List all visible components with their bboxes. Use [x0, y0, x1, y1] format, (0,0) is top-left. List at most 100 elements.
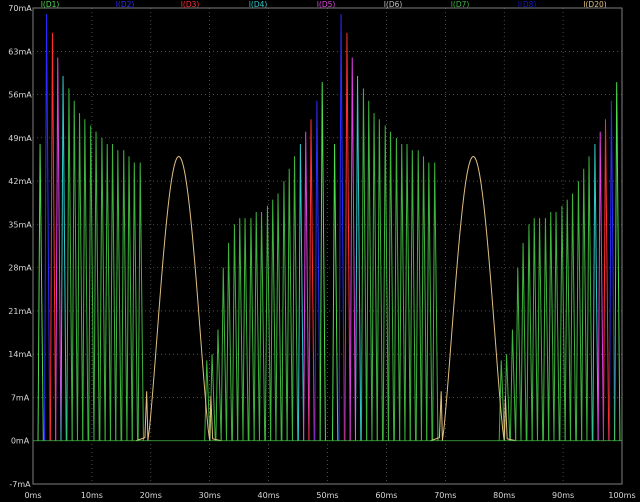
pulse-spike	[526, 224, 533, 441]
legend-entry: I(D8)	[518, 0, 537, 9]
pulse-spike	[115, 150, 122, 441]
pulse-spike	[264, 205, 272, 441]
pulse-spike	[354, 75, 362, 441]
pulse-spike	[531, 218, 538, 441]
y-tick-labels: -7mA 0mA 7mA 14mA 21mA 28mA 35mA 42mA 49mA 56mA 63…	[8, 4, 32, 489]
x-tick-label: 30ms	[199, 491, 221, 500]
pulse-spike	[231, 224, 239, 441]
pulse-spike	[564, 199, 571, 441]
legend-entry: I(D4)	[249, 0, 268, 9]
y-tick-label: 21mA	[8, 307, 32, 316]
pulse-spike	[426, 162, 433, 441]
pulse-spike	[360, 88, 368, 441]
pulse-spike	[548, 211, 555, 441]
pulse-spike	[382, 125, 389, 441]
pulse-spike	[614, 82, 621, 441]
pulse-spike	[121, 150, 128, 441]
x-tick-label: 10ms	[81, 491, 103, 500]
pulse-spike	[55, 57, 62, 441]
pulse-spike	[409, 150, 417, 441]
pulse-spike	[319, 82, 326, 441]
legend: I(D1) I(D2) I(D3) I(D4) I(D5) I(D6) I(D7) I(D8)…	[41, 0, 607, 9]
y-tick-label: 7mA	[11, 393, 30, 402]
x-tick-label: 60ms	[375, 491, 397, 500]
pulse-spike	[314, 100, 321, 441]
y-tick-label: 70mA	[8, 4, 32, 13]
pulse-spike	[404, 143, 411, 441]
pulse-spike	[349, 57, 356, 441]
chart-plot: I(D1) I(D2) I(D3) I(D4) I(D5) I(D6) I(D7) I(D8)…	[8, 0, 635, 500]
pulse-spike	[371, 113, 378, 441]
pulse-spike	[559, 205, 566, 441]
pulse-spike	[253, 211, 260, 441]
y-tick-label: 14mA	[8, 350, 32, 359]
legend-entry: I(D7)	[451, 0, 470, 9]
legend-entry: I(D1)	[41, 0, 60, 9]
pulse-spike	[520, 242, 527, 441]
pulse-spike	[581, 168, 588, 441]
pulse-spike	[366, 100, 373, 441]
y-tick-label: 0mA	[11, 437, 30, 446]
pulse-spike	[88, 125, 95, 441]
pulse-spike	[332, 143, 339, 441]
pulse-spike	[376, 119, 384, 441]
pulse-spike	[93, 131, 100, 441]
pulse-spike	[509, 329, 517, 441]
y-tick-label: 28mA	[8, 264, 32, 273]
x-tick-label: 50ms	[316, 491, 338, 500]
pulse-spike	[215, 329, 222, 441]
pulse-spike	[281, 181, 288, 441]
pulse-spike	[608, 100, 616, 441]
legend-entry: I(D20)	[583, 0, 606, 9]
x-tick-label: 70ms	[434, 491, 456, 500]
legend-entry: I(D3)	[181, 0, 200, 9]
pulse-spike	[393, 137, 401, 441]
pulse-spike	[109, 143, 117, 441]
y-tick-label: -7mA	[9, 480, 31, 489]
pulse-spike	[308, 119, 315, 441]
pulse-spike	[536, 218, 544, 441]
pulse-spike	[575, 181, 583, 441]
y-tick-label: 49mA	[8, 134, 32, 143]
pulse-spike	[242, 218, 249, 441]
pulse-spike	[286, 168, 293, 441]
pulse-spike	[432, 162, 439, 441]
pulse-spike	[553, 211, 560, 441]
pulse-spike	[399, 143, 406, 441]
x-tick-label: 90ms	[552, 491, 574, 500]
pulse-spike	[104, 143, 111, 441]
pulse-spike	[126, 156, 133, 441]
pulse-spike	[592, 143, 599, 441]
pulse-spike	[49, 32, 57, 441]
pulse-spike	[76, 113, 84, 441]
pulse-spike	[71, 100, 78, 441]
legend-entry: I(D6)	[384, 0, 403, 9]
pulse-spike	[586, 156, 593, 441]
legend-entry: I(D5)	[317, 0, 336, 9]
pulse-spike	[258, 211, 266, 441]
x-tick-label: 20ms	[140, 491, 162, 500]
pulse-spike	[387, 131, 395, 441]
x-tick-labels: 0ms 10ms 20ms 30ms 40ms 50ms 60ms 70ms 80ms 90ms 1…	[24, 491, 635, 500]
pulse-spike	[569, 193, 577, 441]
y-tick-label: 35mA	[8, 220, 32, 229]
x-tick-label: 100ms	[608, 491, 635, 500]
x-tick-label: 80ms	[493, 491, 515, 500]
pulse-spike	[43, 14, 51, 441]
legend-entry: I(D2)	[116, 0, 135, 9]
pulse-spike	[602, 119, 610, 441]
x-tick-label: 0ms	[24, 491, 41, 500]
pulse-spike	[291, 156, 299, 441]
pulse-spike	[275, 193, 282, 441]
pulse-spike	[515, 267, 522, 441]
pulse-spike	[297, 143, 305, 441]
pulse-spike	[225, 242, 233, 441]
pulse-spike	[542, 218, 550, 441]
y-tick-label: 56mA	[8, 91, 32, 100]
pulse-spike	[270, 199, 277, 441]
y-tick-label: 42mA	[8, 177, 32, 186]
pulse-spike	[415, 150, 422, 441]
pulse-spike	[131, 162, 139, 441]
x-tick-label: 40ms	[258, 491, 280, 500]
pulse-spike	[248, 218, 255, 441]
